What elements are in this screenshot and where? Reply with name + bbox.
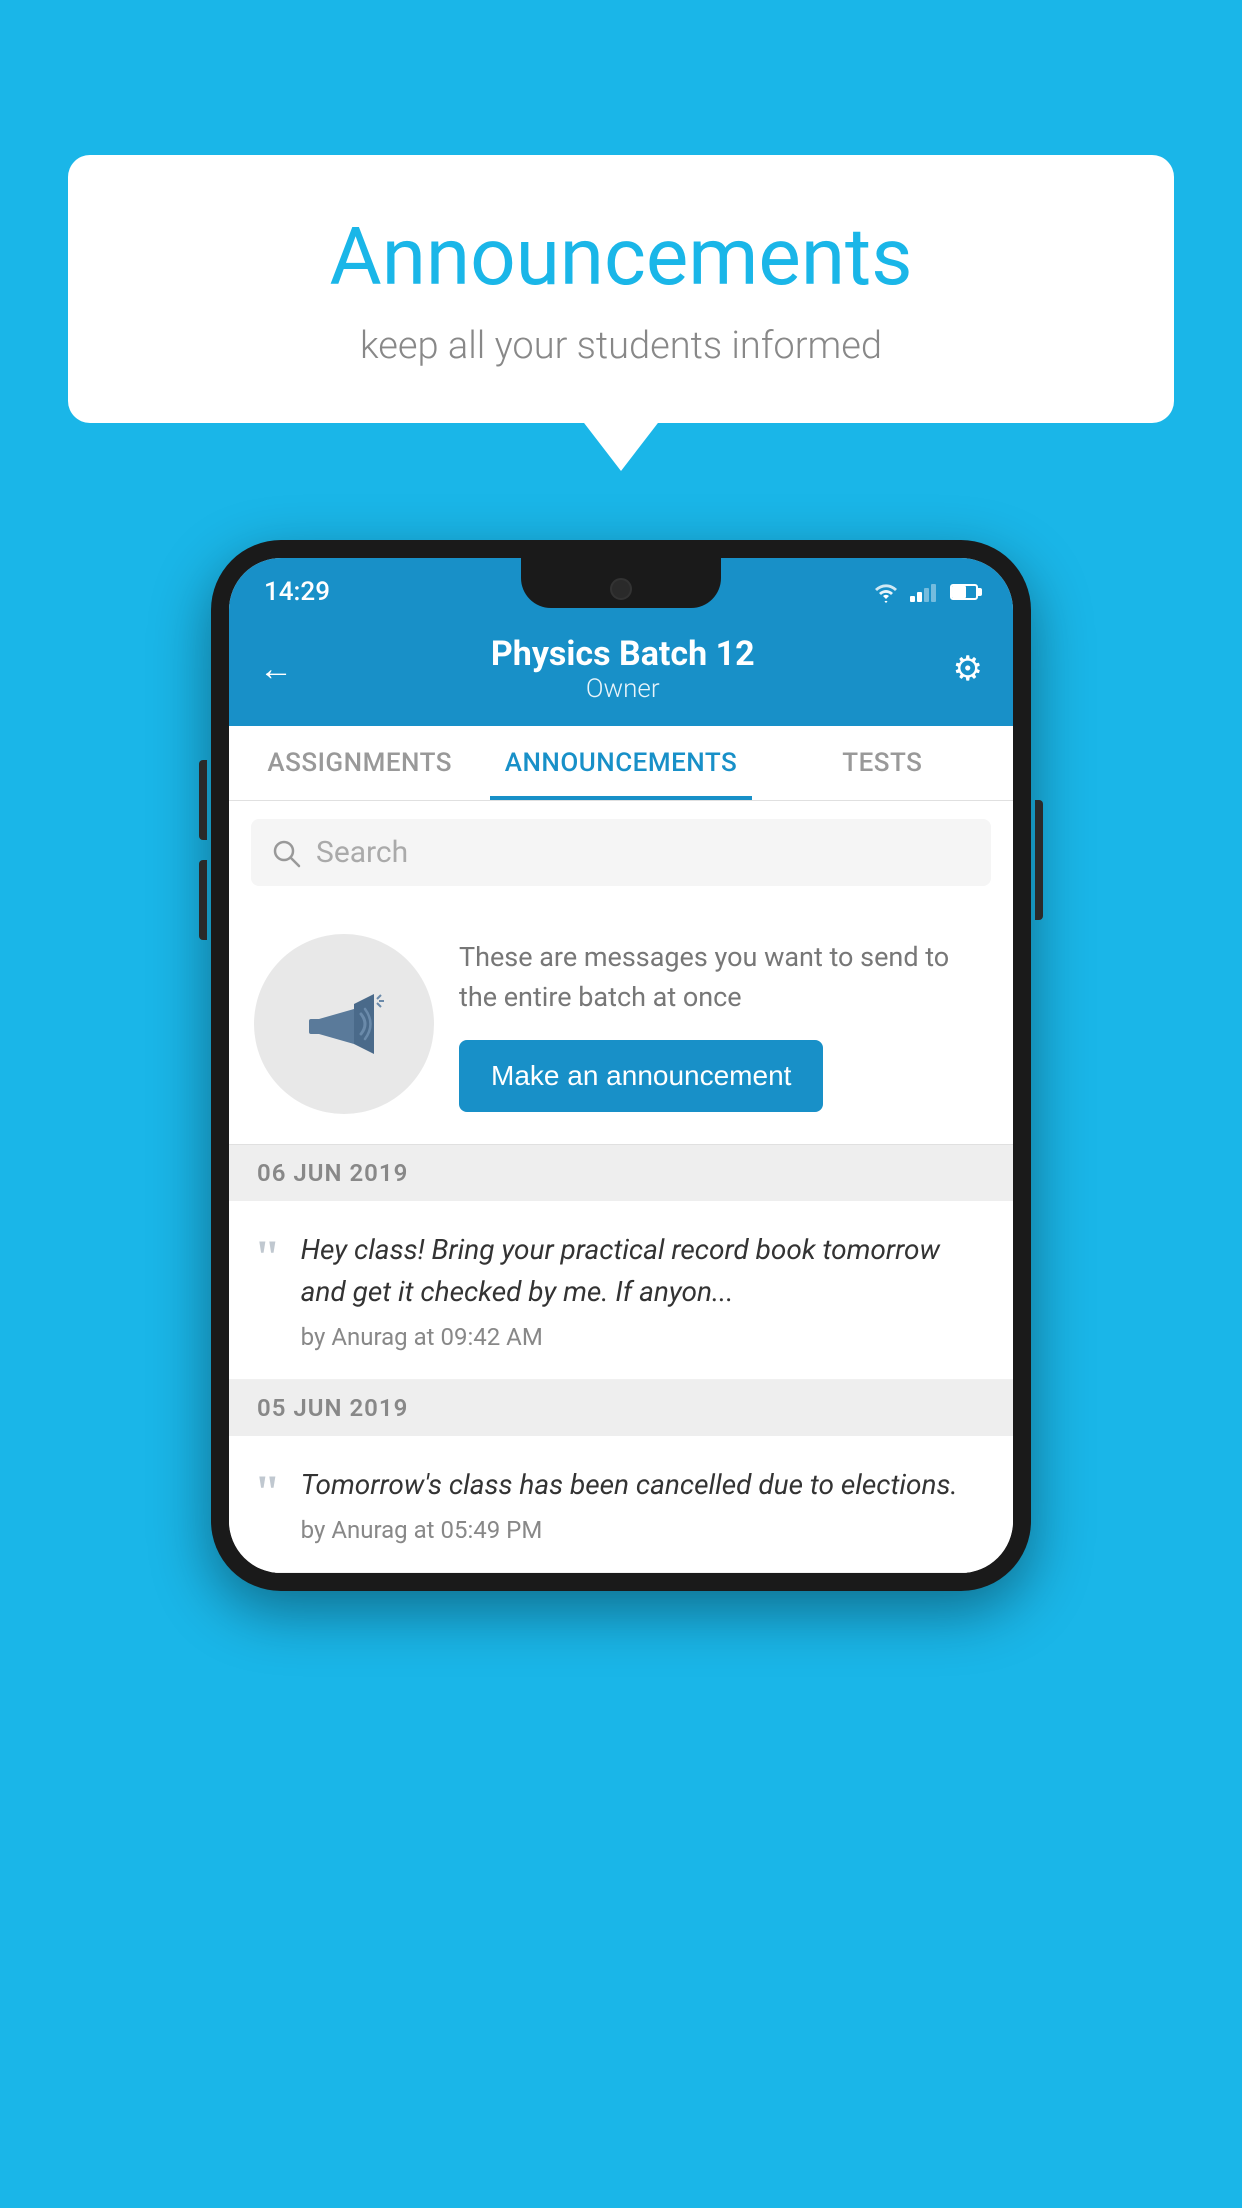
- status-time: 14:29: [264, 577, 330, 607]
- announcements-heading: Announcements: [128, 210, 1114, 304]
- quote-icon-2: ": [254, 1469, 281, 1517]
- battery-icon: [950, 584, 978, 600]
- megaphone-icon: [299, 979, 389, 1069]
- announcement-content-2: Tomorrow's class has been cancelled due …: [301, 1464, 988, 1544]
- tab-assignments[interactable]: ASSIGNMENTS: [229, 726, 490, 800]
- back-button[interactable]: ←: [259, 649, 293, 689]
- phone-frame: 14:29: [211, 540, 1031, 1591]
- wifi-icon: [872, 581, 900, 603]
- speech-bubble-card: Announcements keep all your students inf…: [68, 155, 1174, 423]
- announcements-tagline: keep all your students informed: [128, 324, 1114, 368]
- speech-bubble-section: Announcements keep all your students inf…: [68, 155, 1174, 423]
- tab-tests[interactable]: TESTS: [752, 726, 1013, 800]
- phone-mockup: 14:29: [211, 540, 1031, 1591]
- announcement-text-1: Hey class! Bring your practical record b…: [301, 1229, 988, 1313]
- quote-icon: ": [254, 1234, 281, 1282]
- announcement-promo: These are messages you want to send to t…: [229, 904, 1013, 1145]
- volume-up-button: [199, 760, 207, 840]
- power-button: [1035, 800, 1043, 920]
- search-icon: [271, 838, 301, 868]
- signal-strength-icon: [910, 582, 936, 602]
- phone-screen: 14:29: [229, 558, 1013, 1573]
- promo-content: These are messages you want to send to t…: [459, 937, 988, 1112]
- header-title-area: Physics Batch 12 Owner: [491, 634, 755, 704]
- status-icons: [872, 581, 978, 603]
- announcement-content-1: Hey class! Bring your practical record b…: [301, 1229, 988, 1351]
- front-camera: [610, 578, 632, 600]
- announcement-item-1[interactable]: " Hey class! Bring your practical record…: [229, 1201, 1013, 1380]
- search-bar[interactable]: Search: [251, 819, 991, 886]
- promo-description: These are messages you want to send to t…: [459, 937, 988, 1018]
- volume-down-button: [199, 860, 207, 940]
- search-container: Search: [229, 801, 1013, 904]
- make-announcement-button[interactable]: Make an announcement: [459, 1040, 823, 1112]
- owner-subtitle: Owner: [491, 674, 755, 704]
- app-header: ← Physics Batch 12 Owner ⚙: [229, 616, 1013, 726]
- announcement-text-2: Tomorrow's class has been cancelled due …: [301, 1464, 988, 1506]
- settings-button[interactable]: ⚙: [953, 649, 983, 689]
- date-divider-1: 06 JUN 2019: [229, 1145, 1013, 1201]
- tabs-bar: ASSIGNMENTS ANNOUNCEMENTS TESTS: [229, 726, 1013, 801]
- date-divider-2: 05 JUN 2019: [229, 1380, 1013, 1436]
- announcement-meta-1: by Anurag at 09:42 AM: [301, 1323, 543, 1351]
- megaphone-circle: [254, 934, 434, 1114]
- announcement-item-2[interactable]: " Tomorrow's class has been cancelled du…: [229, 1436, 1013, 1573]
- batch-title: Physics Batch 12: [491, 634, 755, 674]
- search-placeholder: Search: [316, 835, 408, 870]
- phone-notch: [521, 558, 721, 608]
- announcement-meta-2: by Anurag at 05:49 PM: [301, 1516, 543, 1544]
- tab-announcements[interactable]: ANNOUNCEMENTS: [490, 726, 751, 800]
